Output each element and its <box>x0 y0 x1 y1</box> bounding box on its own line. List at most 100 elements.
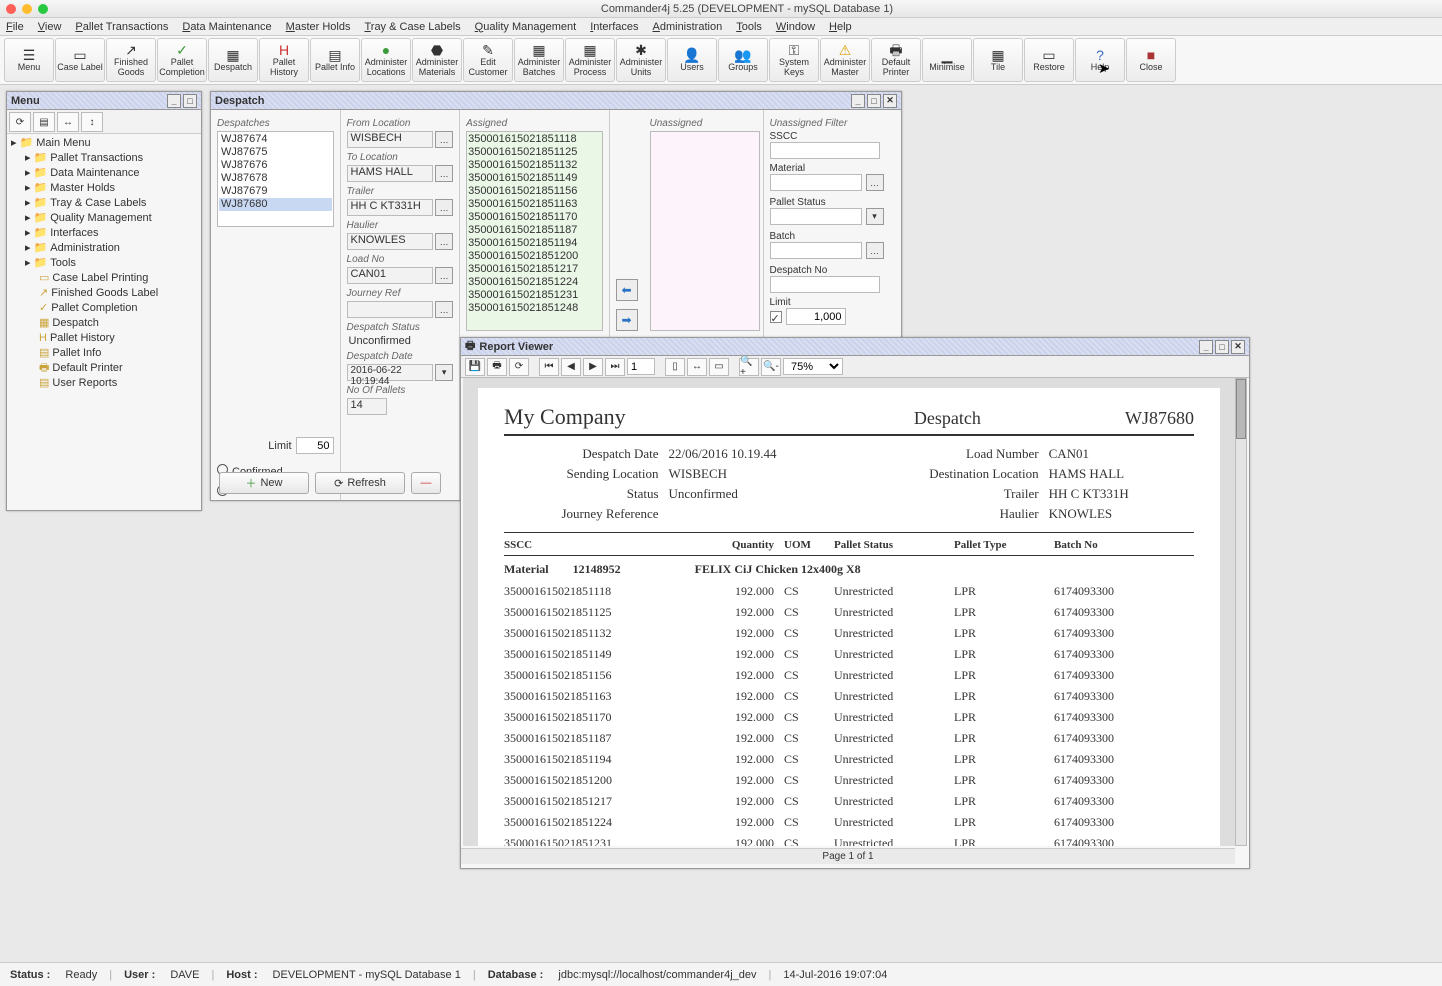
zoom-in-icon[interactable]: 🔍+ <box>739 358 759 376</box>
assigned-item[interactable]: 350001615021851224 <box>468 276 600 289</box>
trailer-field[interactable]: HH C KT331H <box>347 199 434 216</box>
menu-pallet-transactions[interactable]: Pallet Transactions <box>75 21 168 33</box>
menu-tree[interactable]: ▸ 📁 Main Menu▸ 📁 Pallet Transactions▸ 📁 … <box>7 134 201 393</box>
journeyref-field[interactable] <box>347 301 434 318</box>
menu-window[interactable]: Window <box>776 21 815 33</box>
assigned-item[interactable]: 350001615021851217 <box>468 263 600 276</box>
menu-master-holds[interactable]: Master Holds <box>286 21 351 33</box>
tb-administer-batches[interactable]: ▦Administer Batches <box>514 38 564 82</box>
tb-pallet-history[interactable]: HPallet History <box>259 38 309 82</box>
vertical-scrollbar[interactable] <box>1235 378 1247 846</box>
tree-default-printer[interactable]: 🖶 Default Printer <box>11 361 197 376</box>
actual-size-icon[interactable]: ▭ <box>709 358 729 376</box>
assigned-item[interactable]: 350001615021851163 <box>468 198 600 211</box>
tree-pallet-history[interactable]: H Pallet History <box>11 331 197 346</box>
assigned-item[interactable]: 350001615021851248 <box>468 302 600 315</box>
zoom-window-icon[interactable] <box>38 4 48 14</box>
menu-view[interactable]: View <box>38 21 62 33</box>
tb-minimise[interactable]: ▁Minimise <box>922 38 972 82</box>
tree-main-menu[interactable]: ▸ 📁 Main Menu <box>11 136 197 151</box>
assigned-list[interactable]: 3500016150218511183500016150218511253500… <box>466 131 602 331</box>
filter-palletstatus-select[interactable] <box>770 208 862 225</box>
new-button[interactable]: ＋New <box>219 472 309 494</box>
trailer-lookup-button[interactable]: … <box>435 199 453 216</box>
minimize-window-icon[interactable] <box>22 4 32 14</box>
tb-administer-locations[interactable]: ●Administer Locations <box>361 38 411 82</box>
zoom-select[interactable]: 75% <box>783 358 843 375</box>
to-location-field[interactable]: HAMS HALL <box>347 165 434 182</box>
assigned-item[interactable]: 350001615021851194 <box>468 237 600 250</box>
close-icon[interactable]: ✕ <box>1231 340 1245 354</box>
tree-data-maintenance[interactable]: ▸ 📁 Data Maintenance <box>11 166 197 181</box>
unassigned-list[interactable] <box>650 131 760 331</box>
minimize-icon[interactable]: _ <box>1199 340 1213 354</box>
despatch-date-field[interactable]: 2016-06-22 10:19:44 <box>347 364 434 381</box>
menu-tray-case-labels[interactable]: Tray & Case Labels <box>364 21 460 33</box>
loadno-lookup-button[interactable]: … <box>435 267 453 284</box>
tree-user-reports[interactable]: ▤ User Reports <box>11 376 197 391</box>
menu-window-header[interactable]: Menu _ □ <box>7 92 201 110</box>
menu-administration[interactable]: Administration <box>653 21 723 33</box>
minimize-icon[interactable]: _ <box>851 94 865 108</box>
assigned-item[interactable]: 350001615021851118 <box>468 133 600 146</box>
filter-batch-input[interactable] <box>770 242 862 259</box>
close-icon[interactable]: ✕ <box>883 94 897 108</box>
assigned-item[interactable]: 350001615021851231 <box>468 289 600 302</box>
tree-interfaces[interactable]: ▸ 📁 Interfaces <box>11 226 197 241</box>
menu-file[interactable]: File <box>6 21 24 33</box>
assigned-item[interactable]: 350001615021851170 <box>468 211 600 224</box>
tb-tile[interactable]: ▦Tile <box>973 38 1023 82</box>
tree-tray-case-labels[interactable]: ▸ 📁 Tray & Case Labels <box>11 196 197 211</box>
menu-toolbar-btn-0[interactable]: ⟳ <box>9 112 31 132</box>
maximize-icon[interactable]: □ <box>183 94 197 108</box>
zoom-out-icon[interactable]: 🔍- <box>761 358 781 376</box>
despatch-date-button[interactable]: ▾ <box>435 364 453 381</box>
tb-close[interactable]: ■Close <box>1126 38 1176 82</box>
menu-toolbar-btn-2[interactable]: ↔ <box>57 112 79 132</box>
tb-despatch[interactable]: ▦Despatch <box>208 38 258 82</box>
tb-administer-master[interactable]: ⚠Administer Master <box>820 38 870 82</box>
assigned-item[interactable]: 350001615021851156 <box>468 185 600 198</box>
tree-case-label-printing[interactable]: ▭ Case Label Printing <box>11 271 197 286</box>
from-location-lookup-button[interactable]: … <box>435 131 453 148</box>
page-number-input[interactable] <box>627 358 655 375</box>
tb-users[interactable]: 👤Users <box>667 38 717 82</box>
maximize-icon[interactable]: □ <box>1215 340 1229 354</box>
to-location-lookup-button[interactable]: … <box>435 165 453 182</box>
menu-interfaces[interactable]: Interfaces <box>590 21 638 33</box>
assigned-item[interactable]: 350001615021851132 <box>468 159 600 172</box>
tree-finished-goods-label[interactable]: ↗ Finished Goods Label <box>11 286 197 301</box>
maximize-icon[interactable]: □ <box>867 94 881 108</box>
filter-batch-lookup-button[interactable]: … <box>866 242 884 259</box>
filter-material-lookup-button[interactable]: … <box>866 174 884 191</box>
filter-material-input[interactable] <box>770 174 862 191</box>
tb-menu[interactable]: ☰Menu <box>4 38 54 82</box>
reload-icon[interactable]: ⟳ <box>509 358 529 376</box>
tree-administration[interactable]: ▸ 📁 Administration <box>11 241 197 256</box>
delete-button[interactable]: — <box>411 472 441 494</box>
menu-tools[interactable]: Tools <box>736 21 762 33</box>
minimize-icon[interactable]: _ <box>167 94 181 108</box>
despatch-window-header[interactable]: Despatch _ □ ✕ <box>211 92 901 110</box>
fit-width-icon[interactable]: ↔ <box>687 358 707 376</box>
despatch-item[interactable]: WJ87676 <box>219 159 332 172</box>
fit-page-icon[interactable]: ▯ <box>665 358 685 376</box>
haulier-field[interactable]: KNOWLES <box>347 233 434 250</box>
report-page-area[interactable]: My Company Despatch WJ87680 Despatch Dat… <box>463 378 1235 846</box>
tb-administer-process[interactable]: ▦Administer Process <box>565 38 615 82</box>
filter-limit-input[interactable] <box>786 308 846 325</box>
tb-finished-goods[interactable]: ↗Finished Goods <box>106 38 156 82</box>
menu-quality-management[interactable]: Quality Management <box>475 21 577 33</box>
tree-pallet-completion[interactable]: ✓ Pallet Completion <box>11 301 197 316</box>
assign-left-button[interactable]: ⬅ <box>616 279 638 301</box>
assigned-item[interactable]: 350001615021851125 <box>468 146 600 159</box>
last-page-icon[interactable]: ⏭ <box>605 358 625 376</box>
from-location-field[interactable]: WISBECH <box>347 131 434 148</box>
tb-pallet-info[interactable]: ▤Pallet Info <box>310 38 360 82</box>
prev-page-icon[interactable]: ◀ <box>561 358 581 376</box>
assigned-item[interactable]: 350001615021851200 <box>468 250 600 263</box>
tree-pallet-transactions[interactable]: ▸ 📁 Pallet Transactions <box>11 151 197 166</box>
menu-data-maintenance[interactable]: Data Maintenance <box>182 21 271 33</box>
chevron-down-icon[interactable]: ▾ <box>866 208 884 225</box>
tb-system-keys[interactable]: ⚿System Keys <box>769 38 819 82</box>
